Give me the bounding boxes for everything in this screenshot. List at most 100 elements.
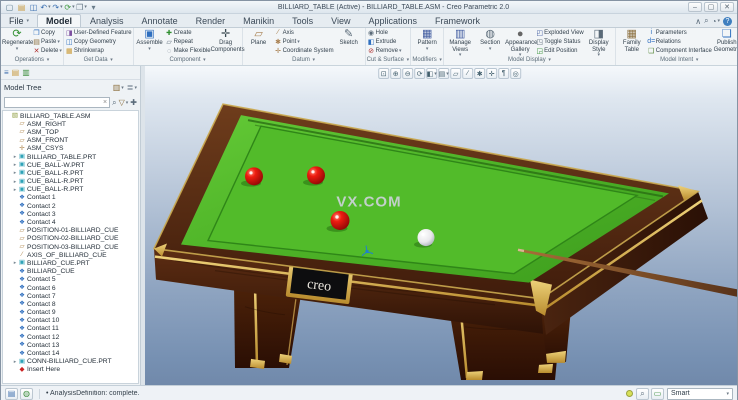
family-table-button[interactable]: ▦Family Table <box>617 28 647 53</box>
saved-orientations-icon[interactable]: ▤▾ <box>438 68 449 79</box>
group-label-model-display[interactable]: Model Display ▾ <box>445 56 614 65</box>
component-interface-button[interactable]: ❑Component Interface <box>647 47 712 56</box>
delete-button[interactable]: ✕Delete▾ <box>32 47 62 56</box>
drag-components-button[interactable]: ✛Drag Components <box>211 28 241 53</box>
display-style-button[interactable]: ◨Display Style▾ <box>584 28 614 57</box>
expand-settings-icon[interactable]: ✚ <box>130 98 137 108</box>
graphics-area[interactable]: ⊡⊕⊖⟳◧▾▤▾▱∕✱✛¶◎ <box>145 66 737 385</box>
tree-item-contact-14[interactable]: ❖Contact 14 <box>3 349 138 357</box>
tab-tools[interactable]: Tools <box>283 14 322 27</box>
cue-ball-red-3[interactable] <box>331 211 350 230</box>
filter-icon[interactable]: ▽▾ <box>119 98 129 108</box>
tree-item-contact-1[interactable]: ❖Contact 1 <box>3 194 138 202</box>
publish-geometry-button[interactable]: ❏Publish Geometry <box>712 28 737 53</box>
customize-toolbar-icon[interactable]: ▾ <box>88 2 99 13</box>
make-flexible-button[interactable]: ◌Make Flexible <box>165 47 211 56</box>
tree-item-contact-10[interactable]: ❖Contact 10 <box>3 317 138 325</box>
message-log-icon[interactable]: ▤ <box>5 388 18 400</box>
tree-item-billiard-table-prt[interactable]: ▸▣BILLIARD_TABLE.PRT <box>3 153 138 161</box>
hole-button[interactable]: ◉Hole <box>367 28 402 37</box>
tree-item-contact-9[interactable]: ❖Contact 9 <box>3 309 138 317</box>
tree-item-axis-of-billiard-cue[interactable]: ∕AXIS_OF_BILLIARD_CUE <box>3 251 138 259</box>
annotation-display-icon[interactable]: ¶ <box>498 68 509 79</box>
tab-framework[interactable]: Framework <box>426 14 489 27</box>
tree-item-contact-5[interactable]: ❖Contact 5 <box>3 276 138 284</box>
tree-item-contact-2[interactable]: ❖Contact 2 <box>3 202 138 210</box>
windows-icon[interactable]: ❒▾ <box>76 2 87 13</box>
shrinkwrap-button[interactable]: ▦Shrinkwrap <box>65 47 132 56</box>
tree-item-cue-ball-r-prt[interactable]: ▸▣CUE_BALL-R.PRT <box>3 178 138 186</box>
extrude-button[interactable]: ◧Extrude <box>367 37 402 46</box>
tree-item-billiard-cue[interactable]: ❖BILLIARD_CUE <box>3 268 138 276</box>
assemble-button[interactable]: ▣Assemble▾ <box>135 28 165 51</box>
pattern-button[interactable]: ▦Pattern▾ <box>412 28 442 51</box>
undo-icon[interactable]: ↶▾ <box>40 2 51 13</box>
point-button[interactable]: ✱Point▾ <box>274 37 334 46</box>
plane-display-icon[interactable]: ▱ <box>450 68 461 79</box>
manage-views-button[interactable]: ▥Manage Views▾ <box>445 28 475 57</box>
tree-item-asm-front[interactable]: ▱ASM_FRONT <box>3 137 138 145</box>
exploded-view-button[interactable]: ◰Exploded View <box>535 28 584 37</box>
user-defined-feature-button[interactable]: ◨User-Defined Feature <box>65 28 132 37</box>
toggle-status-button[interactable]: ◳Toggle Status <box>535 37 584 46</box>
csys-display-icon[interactable]: ✛ <box>486 68 497 79</box>
regenerate-button[interactable]: ⟳Regenerate▾ <box>2 28 32 51</box>
clear-search-icon[interactable]: × <box>101 99 109 106</box>
axis-display-icon[interactable]: ∕ <box>462 68 473 79</box>
tree-item-insert-here[interactable]: ◆Insert Here <box>3 366 138 374</box>
section-button[interactable]: ◍Section▾ <box>475 28 505 51</box>
tree-item-asm-csys[interactable]: ✛ASM_CSYS <box>3 145 138 153</box>
browser-icon[interactable]: ◍ <box>20 388 33 400</box>
coordinate-system-button[interactable]: ✛Coordinate System <box>274 47 334 56</box>
relations-button[interactable]: d=Relations <box>647 37 712 46</box>
tree-item-asm-right[interactable]: ▱ASM_RIGHT <box>3 120 138 128</box>
axis-button[interactable]: ∕Axis <box>274 28 334 37</box>
zoom-in-icon[interactable]: ⊕ <box>390 68 401 79</box>
file-menu-button[interactable]: File▾ <box>3 15 37 27</box>
remove-button[interactable]: ⊘Remove▾ <box>367 47 402 56</box>
parameters-button[interactable]: iParameters <box>647 28 712 37</box>
regenerate-quick-icon[interactable]: ⟳▾ <box>64 2 75 13</box>
navigator-tree-icon[interactable]: ≡ <box>4 68 9 77</box>
tab-render[interactable]: Render <box>187 14 235 27</box>
navigator-folder-icon[interactable]: ▤ <box>12 68 20 77</box>
selection-filter-dropdown[interactable]: Smart ▾ <box>667 388 733 400</box>
appearance-gallery-button[interactable]: ●Appearance Gallery▾ <box>505 28 535 57</box>
group-label-model-intent[interactable]: Model Intent ▾ <box>617 56 737 65</box>
tree-item-contact-12[interactable]: ❖Contact 12 <box>3 333 138 341</box>
minimize-ribbon-icon[interactable]: ∧ <box>695 17 701 26</box>
tab-model[interactable]: Model <box>37 14 81 27</box>
paste-button[interactable]: ▤Paste▾ <box>32 37 62 46</box>
tab-annotate[interactable]: Annotate <box>133 14 187 27</box>
tab-manikin[interactable]: Manikin <box>234 14 283 27</box>
tree-columns-icon[interactable]: ▥▾ <box>113 83 124 92</box>
plane-button[interactable]: ▱Plane <box>244 28 274 47</box>
group-label-operations[interactable]: Operations ▾ <box>2 56 62 65</box>
tree-item-contact-8[interactable]: ❖Contact 8 <box>3 300 138 308</box>
refit-icon[interactable]: ⊡ <box>378 68 389 79</box>
tree-item-cue-ball-r-prt[interactable]: ▸▣CUE_BALL-R.PRT <box>3 169 138 177</box>
tab-view[interactable]: View <box>322 14 359 27</box>
save-icon[interactable]: ◫ <box>28 2 39 13</box>
tree-item-position-01-billiard-cue[interactable]: ▱POSITION-01-BILLIARD_CUE <box>3 227 138 235</box>
maximize-button[interactable]: ▢ <box>704 2 718 12</box>
cue-ball-white[interactable] <box>418 229 435 246</box>
tree-item-conn-billiard-cue-prt[interactable]: ▸▣CONN-BILLIARD_CUE.PRT <box>3 358 138 366</box>
display-style-toolbar-icon[interactable]: ◧▾ <box>426 68 437 79</box>
navigator-favorites-icon[interactable]: ▥ <box>22 68 30 77</box>
tree-settings-icon[interactable]: ≣▾ <box>127 83 137 92</box>
copy-button[interactable]: ❐Copy <box>32 28 62 37</box>
create-button[interactable]: ✚Create <box>165 28 211 37</box>
redo-icon[interactable]: ↷▾ <box>52 2 63 13</box>
tab-analysis[interactable]: Analysis <box>81 14 133 27</box>
options-icon[interactable]: ◔▾ <box>712 17 720 26</box>
find-tool-icon[interactable]: ⌕ <box>636 388 649 400</box>
spin-center-icon[interactable]: ◎ <box>510 68 521 79</box>
minimize-button[interactable]: – <box>688 2 702 12</box>
zoom-out-icon[interactable]: ⊖ <box>402 68 413 79</box>
tree-item-contact-4[interactable]: ❖Contact 4 <box>3 218 138 226</box>
edit-position-button[interactable]: ◲Edit Position <box>535 47 584 56</box>
tree-item-position-02-billiard-cue[interactable]: ▱POSITION-02-BILLIARD_CUE <box>3 235 138 243</box>
tree-item-contact-13[interactable]: ❖Contact 13 <box>3 341 138 349</box>
tree-item-asm-top[interactable]: ▱ASM_TOP <box>3 128 138 136</box>
